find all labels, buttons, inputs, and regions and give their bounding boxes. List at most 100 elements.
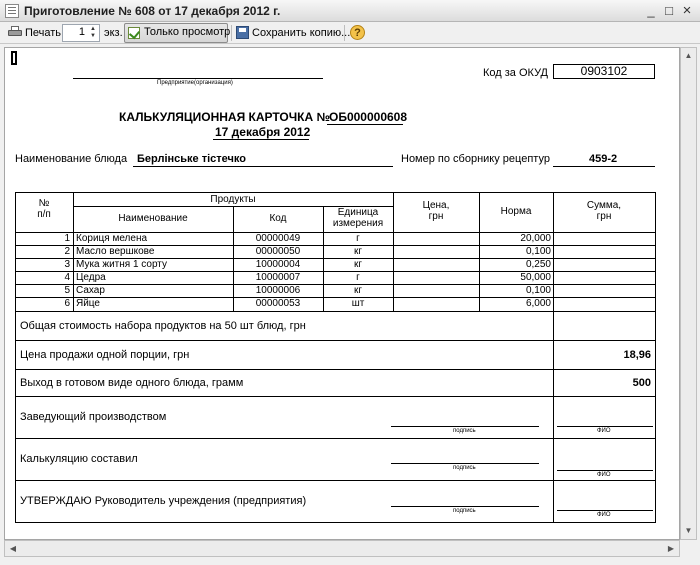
table-bottom-border bbox=[15, 522, 656, 523]
row-norm: 0,100 bbox=[525, 246, 551, 257]
table-right-border bbox=[655, 192, 656, 522]
enterprise-line bbox=[73, 78, 323, 79]
row-name: Мука житня 1 сорту bbox=[76, 259, 167, 270]
row-name: Кориця мелена bbox=[76, 233, 148, 244]
header-unit: Единица измерения bbox=[332, 207, 384, 229]
summary-line bbox=[15, 369, 656, 370]
header-products: Продукты bbox=[210, 194, 256, 205]
toolbar-separator bbox=[231, 25, 232, 41]
sig1-label: Заведующий производством bbox=[20, 411, 167, 423]
price-value: 18,96 bbox=[623, 349, 651, 361]
row-norm: 0,250 bbox=[525, 259, 551, 270]
table-top-border bbox=[15, 192, 656, 193]
header-code: Код bbox=[269, 213, 287, 224]
checkmark-icon bbox=[128, 27, 140, 39]
close-button[interactable]: × bbox=[679, 3, 695, 19]
dish-label: Наименование блюда bbox=[15, 153, 128, 165]
minimize-button[interactable]: _ bbox=[643, 3, 659, 19]
row-name: Яйце bbox=[76, 298, 100, 309]
header-sum: Сумма, грн bbox=[586, 200, 622, 222]
dish-underline bbox=[133, 166, 393, 167]
header-name: Наименование bbox=[118, 213, 188, 224]
signature-line bbox=[391, 463, 539, 464]
print-label: Печать bbox=[25, 27, 62, 39]
fio-line bbox=[557, 510, 653, 511]
row-name: Масло вершкове bbox=[76, 246, 155, 257]
printer-icon bbox=[8, 26, 22, 38]
fio-caption: ФИО bbox=[597, 472, 611, 478]
col-line bbox=[73, 192, 74, 312]
signature-line bbox=[391, 426, 539, 427]
row-unit: кг bbox=[353, 259, 363, 270]
row-norm: 50,000 bbox=[520, 272, 551, 283]
save-copy-label: Сохранить копию... bbox=[252, 27, 351, 39]
enterprise-caption: Предприятие(организация) bbox=[157, 80, 233, 86]
copies-input[interactable]: 1 ▲ ▼ bbox=[62, 24, 100, 42]
horizontal-scrollbar[interactable]: ◀ ▶ bbox=[4, 540, 680, 557]
header-norm: Норма bbox=[500, 206, 532, 217]
toolbar-separator bbox=[344, 25, 345, 41]
okud-label: Код за ОКУД bbox=[483, 67, 549, 79]
row-unit: шт bbox=[351, 298, 365, 309]
recipe-label: Номер по сборнику рецептур bbox=[401, 153, 550, 165]
dish-name: Берлінське тістечко bbox=[137, 153, 246, 165]
okud-value: 0903102 bbox=[553, 64, 655, 79]
scroll-down-icon[interactable]: ▼ bbox=[681, 523, 696, 539]
row-code: 10000006 bbox=[255, 285, 301, 296]
card-number: ОБ000000608 bbox=[329, 110, 408, 124]
sign-caption: подпись bbox=[453, 428, 476, 434]
row-num: 2 bbox=[64, 246, 70, 257]
toolbar: Печать 1 ▲ ▼ экз. Только просмотр Сохрани… bbox=[0, 22, 700, 44]
fio-caption: ФИО bbox=[597, 512, 611, 518]
row-code: 10000004 bbox=[255, 259, 301, 270]
row-unit: г bbox=[356, 233, 360, 244]
scroll-right-icon[interactable]: ▶ bbox=[663, 541, 679, 556]
card-title: КАЛЬКУЛЯЦИОННАЯ КАРТОЧКА № bbox=[119, 110, 330, 124]
signature-line bbox=[391, 506, 539, 507]
row-norm: 20,000 bbox=[520, 233, 551, 244]
scroll-left-icon[interactable]: ◀ bbox=[5, 541, 21, 556]
help-icon[interactable]: ? bbox=[350, 25, 365, 40]
row-num: 5 bbox=[64, 285, 70, 296]
row-num: 6 bbox=[64, 298, 70, 309]
recipe-value: 459-2 bbox=[589, 153, 618, 165]
row-code: 00000050 bbox=[255, 246, 301, 257]
document-icon bbox=[5, 4, 19, 18]
summary-line bbox=[15, 480, 656, 481]
window-title-bar: Приготовление № 608 от 17 декабря 2012 г… bbox=[0, 0, 700, 22]
copies-value: 1 bbox=[78, 26, 85, 38]
cell-cursor bbox=[11, 51, 17, 65]
col-line bbox=[553, 192, 554, 522]
row-name: Сахар bbox=[76, 285, 105, 296]
total-cost-label: Общая стоимость набора продуктов на 50 ш… bbox=[20, 320, 306, 332]
summary-line bbox=[15, 396, 656, 397]
row-code: 00000049 bbox=[255, 233, 301, 244]
window-title: Приготовление № 608 от 17 декабря 2012 г… bbox=[24, 4, 281, 18]
fio-line bbox=[557, 426, 653, 427]
row-norm: 0,100 bbox=[525, 285, 551, 296]
row-num: 3 bbox=[64, 259, 70, 270]
yield-label: Выход в готовом виде одного блюда, грамм bbox=[20, 377, 244, 389]
view-only-label: Только просмотр bbox=[144, 26, 231, 38]
copies-spinner-icon[interactable]: ▲ ▼ bbox=[88, 26, 98, 40]
maximize-button[interactable]: □ bbox=[661, 3, 677, 19]
sig3-label: УТВЕРЖДАЮ Руководитель учреждения (предп… bbox=[20, 495, 307, 507]
fio-caption: ФИО bbox=[597, 428, 611, 434]
row-code: 10000007 bbox=[255, 272, 301, 283]
header-num: № п/п bbox=[37, 198, 51, 220]
row-unit: кг bbox=[353, 246, 363, 257]
fio-line bbox=[557, 470, 653, 471]
summary-line bbox=[15, 438, 656, 439]
sign-caption: подпись bbox=[453, 465, 476, 471]
copies-unit-label: экз. bbox=[104, 27, 123, 39]
summary-line bbox=[15, 340, 656, 341]
scroll-up-icon[interactable]: ▲ bbox=[681, 48, 696, 64]
view-only-toggle[interactable]: Только просмотр bbox=[124, 23, 231, 43]
card-date: 17 декабря 2012 bbox=[215, 125, 311, 139]
sign-caption: подпись bbox=[453, 508, 476, 514]
sig2-label: Калькуляцию составил bbox=[20, 453, 138, 465]
save-icon bbox=[236, 26, 249, 39]
row-unit: кг bbox=[353, 285, 363, 296]
price-label: Цена продажи одной порции, грн bbox=[20, 349, 190, 361]
vertical-scrollbar[interactable]: ▲ ▼ bbox=[680, 47, 697, 540]
